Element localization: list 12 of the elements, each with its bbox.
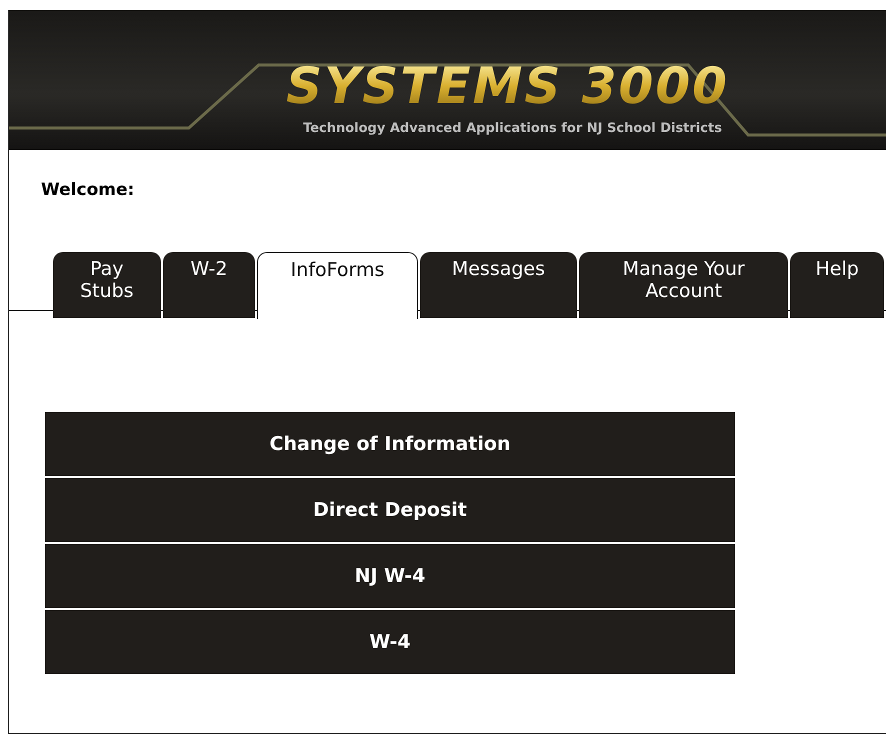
tab[interactable]: InfoForms — [257, 252, 418, 319]
tab[interactable]: W-2 — [162, 252, 256, 318]
menu-item[interactable]: Direct Deposit — [45, 478, 735, 544]
menu-item[interactable]: NJ W-4 — [45, 544, 735, 610]
tagline: Technology Advanced Applications for NJ School Districts — [303, 121, 722, 136]
menu-item[interactable]: Change of Information — [45, 412, 735, 478]
tab[interactable]: Pay Stubs — [53, 252, 161, 318]
tab[interactable]: Help — [790, 252, 884, 318]
tab[interactable]: Manage Your Account — [579, 252, 788, 318]
welcome-text: Welcome: — [41, 180, 136, 200]
menu-item[interactable]: W-4 — [45, 610, 735, 676]
tab[interactable]: Messages — [420, 252, 578, 318]
